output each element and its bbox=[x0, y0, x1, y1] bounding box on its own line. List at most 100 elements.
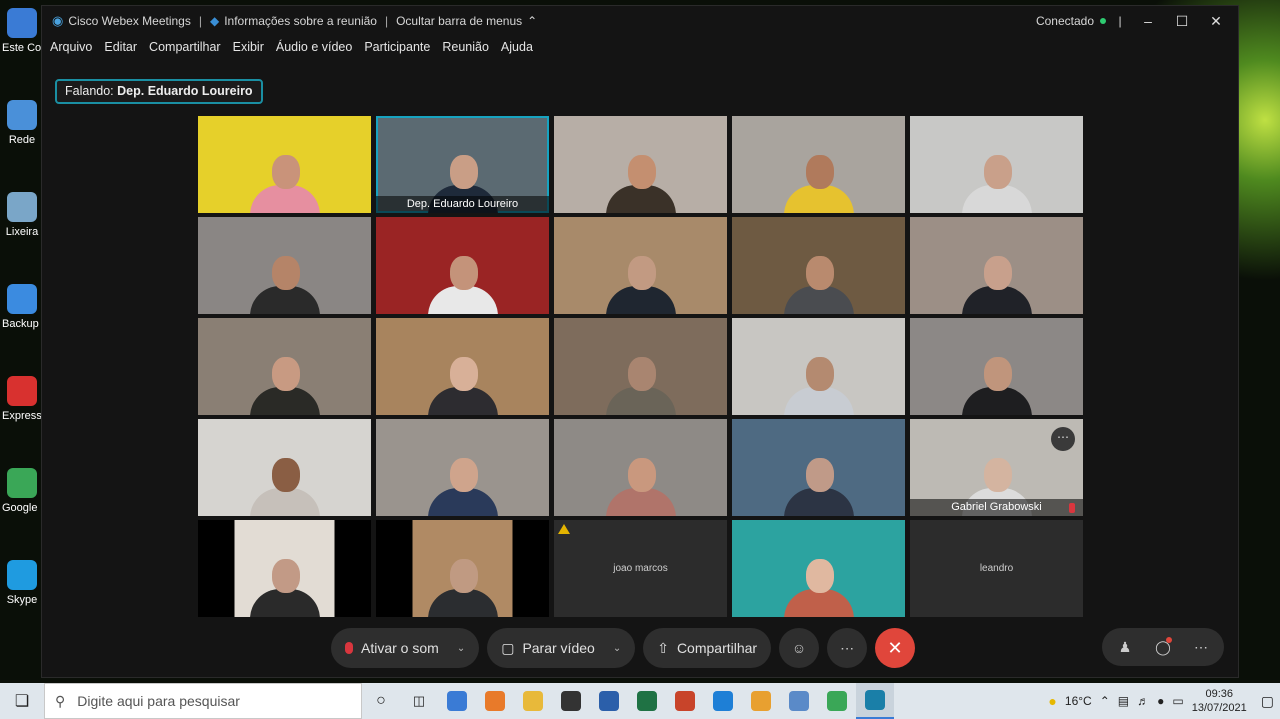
microphone-icon[interactable]: ● bbox=[1157, 694, 1164, 708]
desktop-icon-label: Rede bbox=[8, 134, 36, 146]
participant-head bbox=[271, 357, 300, 391]
taskbar-app[interactable] bbox=[666, 683, 704, 719]
chevron-down-icon[interactable]: ⌄ bbox=[613, 643, 621, 654]
desktop-icon[interactable]: Este Computador bbox=[2, 8, 42, 55]
stop-video-button[interactable]: ▢ Parar vídeo ⌄ bbox=[487, 628, 636, 668]
participant-video-tile[interactable] bbox=[376, 318, 549, 415]
participant-video-tile[interactable] bbox=[554, 116, 727, 213]
reactions-button[interactable]: ☺ bbox=[779, 628, 820, 668]
participant-name-tag: Gabriel Grabowski bbox=[910, 499, 1083, 516]
participant-body bbox=[249, 185, 320, 213]
meeting-info-button[interactable]: ◆ Informações sobre a reunião bbox=[210, 14, 377, 28]
menu-item[interactable]: Editar bbox=[104, 40, 137, 62]
taskbar-app[interactable] bbox=[438, 683, 476, 719]
participant-video-tile[interactable] bbox=[198, 318, 371, 415]
participant-video-tile[interactable] bbox=[732, 217, 905, 314]
participant-video-tile[interactable] bbox=[554, 217, 727, 314]
participants-button[interactable]: ♟ bbox=[1108, 639, 1142, 656]
taskbar-app[interactable] bbox=[476, 683, 514, 719]
participant-video-tile[interactable] bbox=[198, 217, 371, 314]
taskbar-app[interactable] bbox=[552, 683, 590, 719]
participant-video-tile[interactable] bbox=[376, 419, 549, 516]
taskbar-search[interactable]: ⚲ Digite aqui para pesquisar bbox=[44, 683, 362, 719]
desktop-icon[interactable]: Rede bbox=[2, 100, 42, 147]
task-view-button[interactable]: ◫ bbox=[400, 683, 438, 719]
taskbar-app[interactable] bbox=[514, 683, 552, 719]
app-icon bbox=[561, 691, 581, 711]
participant-video-tile[interactable] bbox=[554, 419, 727, 516]
participant-video-tile[interactable] bbox=[732, 419, 905, 516]
network-icon[interactable]: ▤ bbox=[1118, 694, 1129, 708]
leave-meeting-button[interactable]: ✕ bbox=[875, 628, 916, 668]
notification-dot-icon bbox=[1166, 636, 1172, 643]
share-button[interactable]: ⇧ Compartilhar bbox=[643, 628, 772, 668]
battery-icon[interactable]: ▭ bbox=[1172, 694, 1183, 708]
taskbar-app[interactable] bbox=[818, 683, 856, 719]
cortana-button[interactable]: ○ bbox=[362, 683, 400, 719]
taskbar-app[interactable] bbox=[590, 683, 628, 719]
menu-item[interactable]: Áudio e vídeo bbox=[276, 40, 352, 62]
maximize-button[interactable]: ☐ bbox=[1168, 13, 1196, 30]
desktop-icon[interactable]: Google Chrome bbox=[2, 468, 42, 515]
active-speaker-indicator: Falando: Dep. Eduardo Loureiro bbox=[55, 79, 263, 104]
chevron-down-icon[interactable]: ⌄ bbox=[457, 643, 465, 654]
participant-video bbox=[427, 357, 498, 415]
panel-controls: ♟ ◯ ⋯ bbox=[1102, 628, 1224, 666]
participant-video-tile[interactable]: Gabriel Grabowski ⋯ bbox=[910, 419, 1083, 516]
menu-item[interactable]: Exibir bbox=[233, 40, 264, 62]
chat-button[interactable]: ◯ bbox=[1146, 636, 1180, 656]
taskbar-app[interactable] bbox=[780, 683, 818, 719]
taskbar-app[interactable] bbox=[742, 683, 780, 719]
desktop-icon-label: ExpressVPN bbox=[2, 410, 42, 422]
desktop-icon[interactable]: Backup and Sync from Google bbox=[2, 284, 42, 331]
clock-time: 09:36 bbox=[1205, 688, 1233, 700]
participant-video-tile[interactable] bbox=[198, 116, 371, 213]
hide-menu-button[interactable]: Ocultar barra de menus ⌃ bbox=[396, 14, 537, 28]
participant-video-tile[interactable] bbox=[376, 520, 549, 617]
panel-more-button[interactable]: ⋯ bbox=[1184, 639, 1218, 656]
participant-video-tile[interactable] bbox=[732, 318, 905, 415]
desktop-icon[interactable]: ExpressVPN bbox=[2, 376, 42, 423]
desktop-icon-label: Skype bbox=[6, 594, 38, 606]
participant-video-tile[interactable]: Dep. Eduardo Loureiro bbox=[376, 116, 549, 213]
menu-item[interactable]: Ajuda bbox=[501, 40, 533, 62]
participant-video-tile[interactable] bbox=[554, 318, 727, 415]
tile-more-icon[interactable]: ⋯ bbox=[1051, 427, 1075, 451]
minimize-button[interactable]: – bbox=[1134, 13, 1162, 29]
unmute-button[interactable]: Ativar o som ⌄ bbox=[331, 628, 480, 668]
participant-video-tile[interactable] bbox=[910, 217, 1083, 314]
participant-video bbox=[249, 559, 320, 617]
menu-bar: Arquivo Editar Compartilhar Exibir Áudio e v… bbox=[42, 40, 533, 62]
start-button[interactable]: ❏ bbox=[0, 683, 44, 719]
taskbar-app[interactable] bbox=[704, 683, 742, 719]
chevron-up-icon[interactable]: ⌃ bbox=[1100, 694, 1110, 708]
participant-name: leandro bbox=[979, 563, 1014, 574]
participant-video-tile[interactable] bbox=[198, 419, 371, 516]
desktop-icon[interactable]: Skype bbox=[2, 560, 42, 607]
participant-video-tile[interactable] bbox=[910, 318, 1083, 415]
taskbar-app[interactable] bbox=[856, 683, 894, 719]
close-window-button[interactable]: ✕ bbox=[1202, 13, 1230, 30]
participant-video-tile[interactable] bbox=[910, 116, 1083, 213]
taskbar-app[interactable] bbox=[628, 683, 666, 719]
notifications-icon[interactable]: ▢ bbox=[1261, 693, 1274, 710]
menu-item[interactable]: Reunião bbox=[442, 40, 489, 62]
smiley-icon: ☺ bbox=[791, 640, 807, 656]
webex-logo-icon: ◉ bbox=[52, 13, 64, 28]
participant-head bbox=[805, 559, 834, 593]
participant-video-tile[interactable] bbox=[732, 116, 905, 213]
participant-video-tile[interactable] bbox=[198, 520, 371, 617]
desktop-icon[interactable]: Lixeira bbox=[2, 192, 42, 239]
participant-video-tile[interactable] bbox=[376, 217, 549, 314]
participant-video-tile[interactable]: leandro bbox=[910, 520, 1083, 617]
participant-video-tile[interactable]: joao marcos bbox=[554, 520, 727, 617]
menu-item[interactable]: Compartilhar bbox=[149, 40, 221, 62]
more-options-button[interactable]: ⋯ bbox=[827, 628, 868, 668]
menu-item[interactable]: Participante bbox=[364, 40, 430, 62]
volume-icon[interactable]: ♬ bbox=[1137, 694, 1149, 708]
participant-video bbox=[783, 155, 854, 213]
participant-video-tile[interactable] bbox=[732, 520, 905, 617]
menu-item[interactable]: Arquivo bbox=[50, 40, 92, 62]
participant-body bbox=[249, 286, 320, 314]
clock[interactable]: 09:36 13/07/2021 bbox=[1192, 687, 1247, 715]
